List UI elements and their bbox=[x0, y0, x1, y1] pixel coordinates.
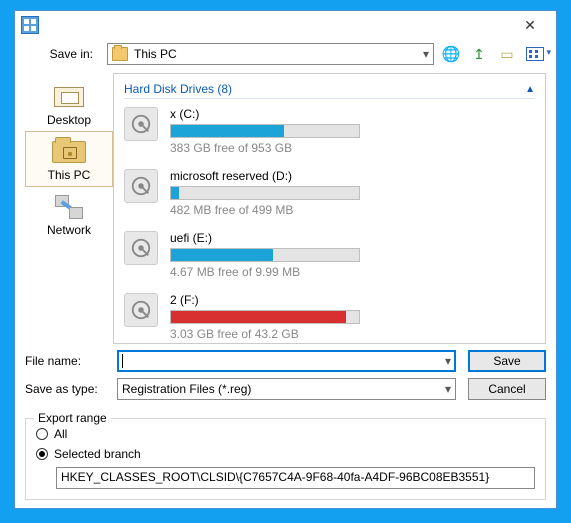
save-in-label: Save in: bbox=[25, 47, 101, 61]
hard-disk-icon bbox=[124, 293, 158, 327]
collapse-icon: ▲ bbox=[525, 84, 535, 95]
file-name-input[interactable]: ▾ bbox=[117, 350, 456, 372]
drive-item[interactable]: x (C:) 383 GB free of 953 GB bbox=[124, 107, 535, 155]
drive-free-text: 383 GB free of 953 GB bbox=[170, 141, 360, 155]
usage-bar bbox=[170, 124, 360, 138]
usage-bar bbox=[170, 186, 360, 200]
branch-path-input[interactable]: HKEY_CLASSES_ROOT\CLSID\{C7657C4A-9F68-4… bbox=[56, 467, 535, 489]
file-name-label: File name: bbox=[25, 354, 111, 368]
drive-free-text: 482 MB free of 499 MB bbox=[170, 203, 360, 217]
section-header[interactable]: Hard Disk Drives (8) ▲ bbox=[124, 82, 535, 99]
hard-disk-icon bbox=[124, 231, 158, 265]
save-in-combo[interactable]: This PC ▾ bbox=[107, 43, 434, 65]
section-title: Hard Disk Drives (8) bbox=[124, 82, 232, 96]
network-icon bbox=[55, 195, 83, 219]
chevron-down-icon: ▾ bbox=[445, 382, 451, 396]
export-range-group: Export range All Selected branch HKEY_CL… bbox=[25, 418, 546, 500]
up-button[interactable]: ↥ bbox=[468, 43, 490, 65]
file-fields: File name: ▾ Save Save as type: Registra… bbox=[15, 344, 556, 416]
place-desktop[interactable]: Desktop bbox=[25, 77, 113, 131]
chevron-down-icon: ▾ bbox=[423, 47, 429, 61]
location-row: Save in: This PC ▾ 🌐 ↥ ▭ bbox=[15, 39, 556, 73]
drives-panel: Hard Disk Drives (8) ▲ x (C:) 383 GB free… bbox=[113, 73, 546, 344]
usage-bar bbox=[170, 248, 360, 262]
new-folder-button[interactable]: ▭ bbox=[496, 43, 518, 65]
radio-all[interactable]: All bbox=[36, 427, 535, 441]
drive-item[interactable]: 2 (F:) 3.03 GB free of 43.2 GB bbox=[124, 293, 535, 341]
radio-icon bbox=[36, 428, 48, 440]
new-folder-icon: ▭ bbox=[500, 46, 513, 63]
hard-disk-icon bbox=[124, 169, 158, 203]
place-label: Network bbox=[47, 223, 91, 237]
hard-disk-icon bbox=[124, 107, 158, 141]
export-range-legend: Export range bbox=[34, 411, 111, 425]
radio-selected-label: Selected branch bbox=[54, 447, 141, 461]
drive-name: 2 (F:) bbox=[170, 293, 360, 307]
places-bar: Desktop This PC Network bbox=[25, 73, 113, 344]
view-menu-button[interactable] bbox=[524, 43, 546, 65]
usage-bar bbox=[170, 310, 360, 324]
place-this-pc[interactable]: This PC bbox=[25, 131, 113, 187]
drive-name: x (C:) bbox=[170, 107, 360, 121]
drive-free-text: 3.03 GB free of 43.2 GB bbox=[170, 327, 360, 341]
chevron-down-icon: ▾ bbox=[445, 354, 451, 368]
drive-name: uefi (E:) bbox=[170, 231, 360, 245]
folder-icon bbox=[112, 47, 128, 61]
this-pc-icon bbox=[52, 141, 86, 163]
back-icon: 🌐 bbox=[442, 45, 461, 63]
drive-free-text: 4.67 MB free of 9.99 MB bbox=[170, 265, 360, 279]
place-network[interactable]: Network bbox=[25, 187, 113, 241]
text-caret bbox=[122, 354, 123, 368]
save-button[interactable]: Save bbox=[468, 350, 546, 372]
radio-all-label: All bbox=[54, 427, 67, 441]
place-label: This PC bbox=[48, 168, 91, 182]
save-as-type-combo[interactable]: Registration Files (*.reg) ▾ bbox=[117, 378, 456, 400]
radio-selected-branch[interactable]: Selected branch bbox=[36, 447, 535, 461]
close-button[interactable]: ✕ bbox=[510, 13, 550, 37]
drive-item[interactable]: microsoft reserved (D:) 482 MB free of 49… bbox=[124, 169, 535, 217]
drive-item[interactable]: uefi (E:) 4.67 MB free of 9.99 MB bbox=[124, 231, 535, 279]
radio-icon bbox=[36, 448, 48, 460]
app-icon bbox=[21, 16, 39, 34]
desktop-icon bbox=[54, 87, 84, 107]
up-icon: ↥ bbox=[473, 46, 485, 63]
cancel-button[interactable]: Cancel bbox=[468, 378, 546, 400]
place-label: Desktop bbox=[47, 113, 91, 127]
save-as-type-label: Save as type: bbox=[25, 382, 111, 396]
titlebar: ✕ bbox=[15, 11, 556, 39]
save-in-value: This PC bbox=[134, 47, 423, 61]
save-dialog: ✕ Save in: This PC ▾ 🌐 ↥ ▭ Desktop This … bbox=[14, 10, 557, 509]
drive-name: microsoft reserved (D:) bbox=[170, 169, 360, 183]
view-grid-icon bbox=[526, 47, 544, 61]
back-button[interactable]: 🌐 bbox=[440, 43, 462, 65]
save-as-type-value: Registration Files (*.reg) bbox=[122, 382, 251, 396]
